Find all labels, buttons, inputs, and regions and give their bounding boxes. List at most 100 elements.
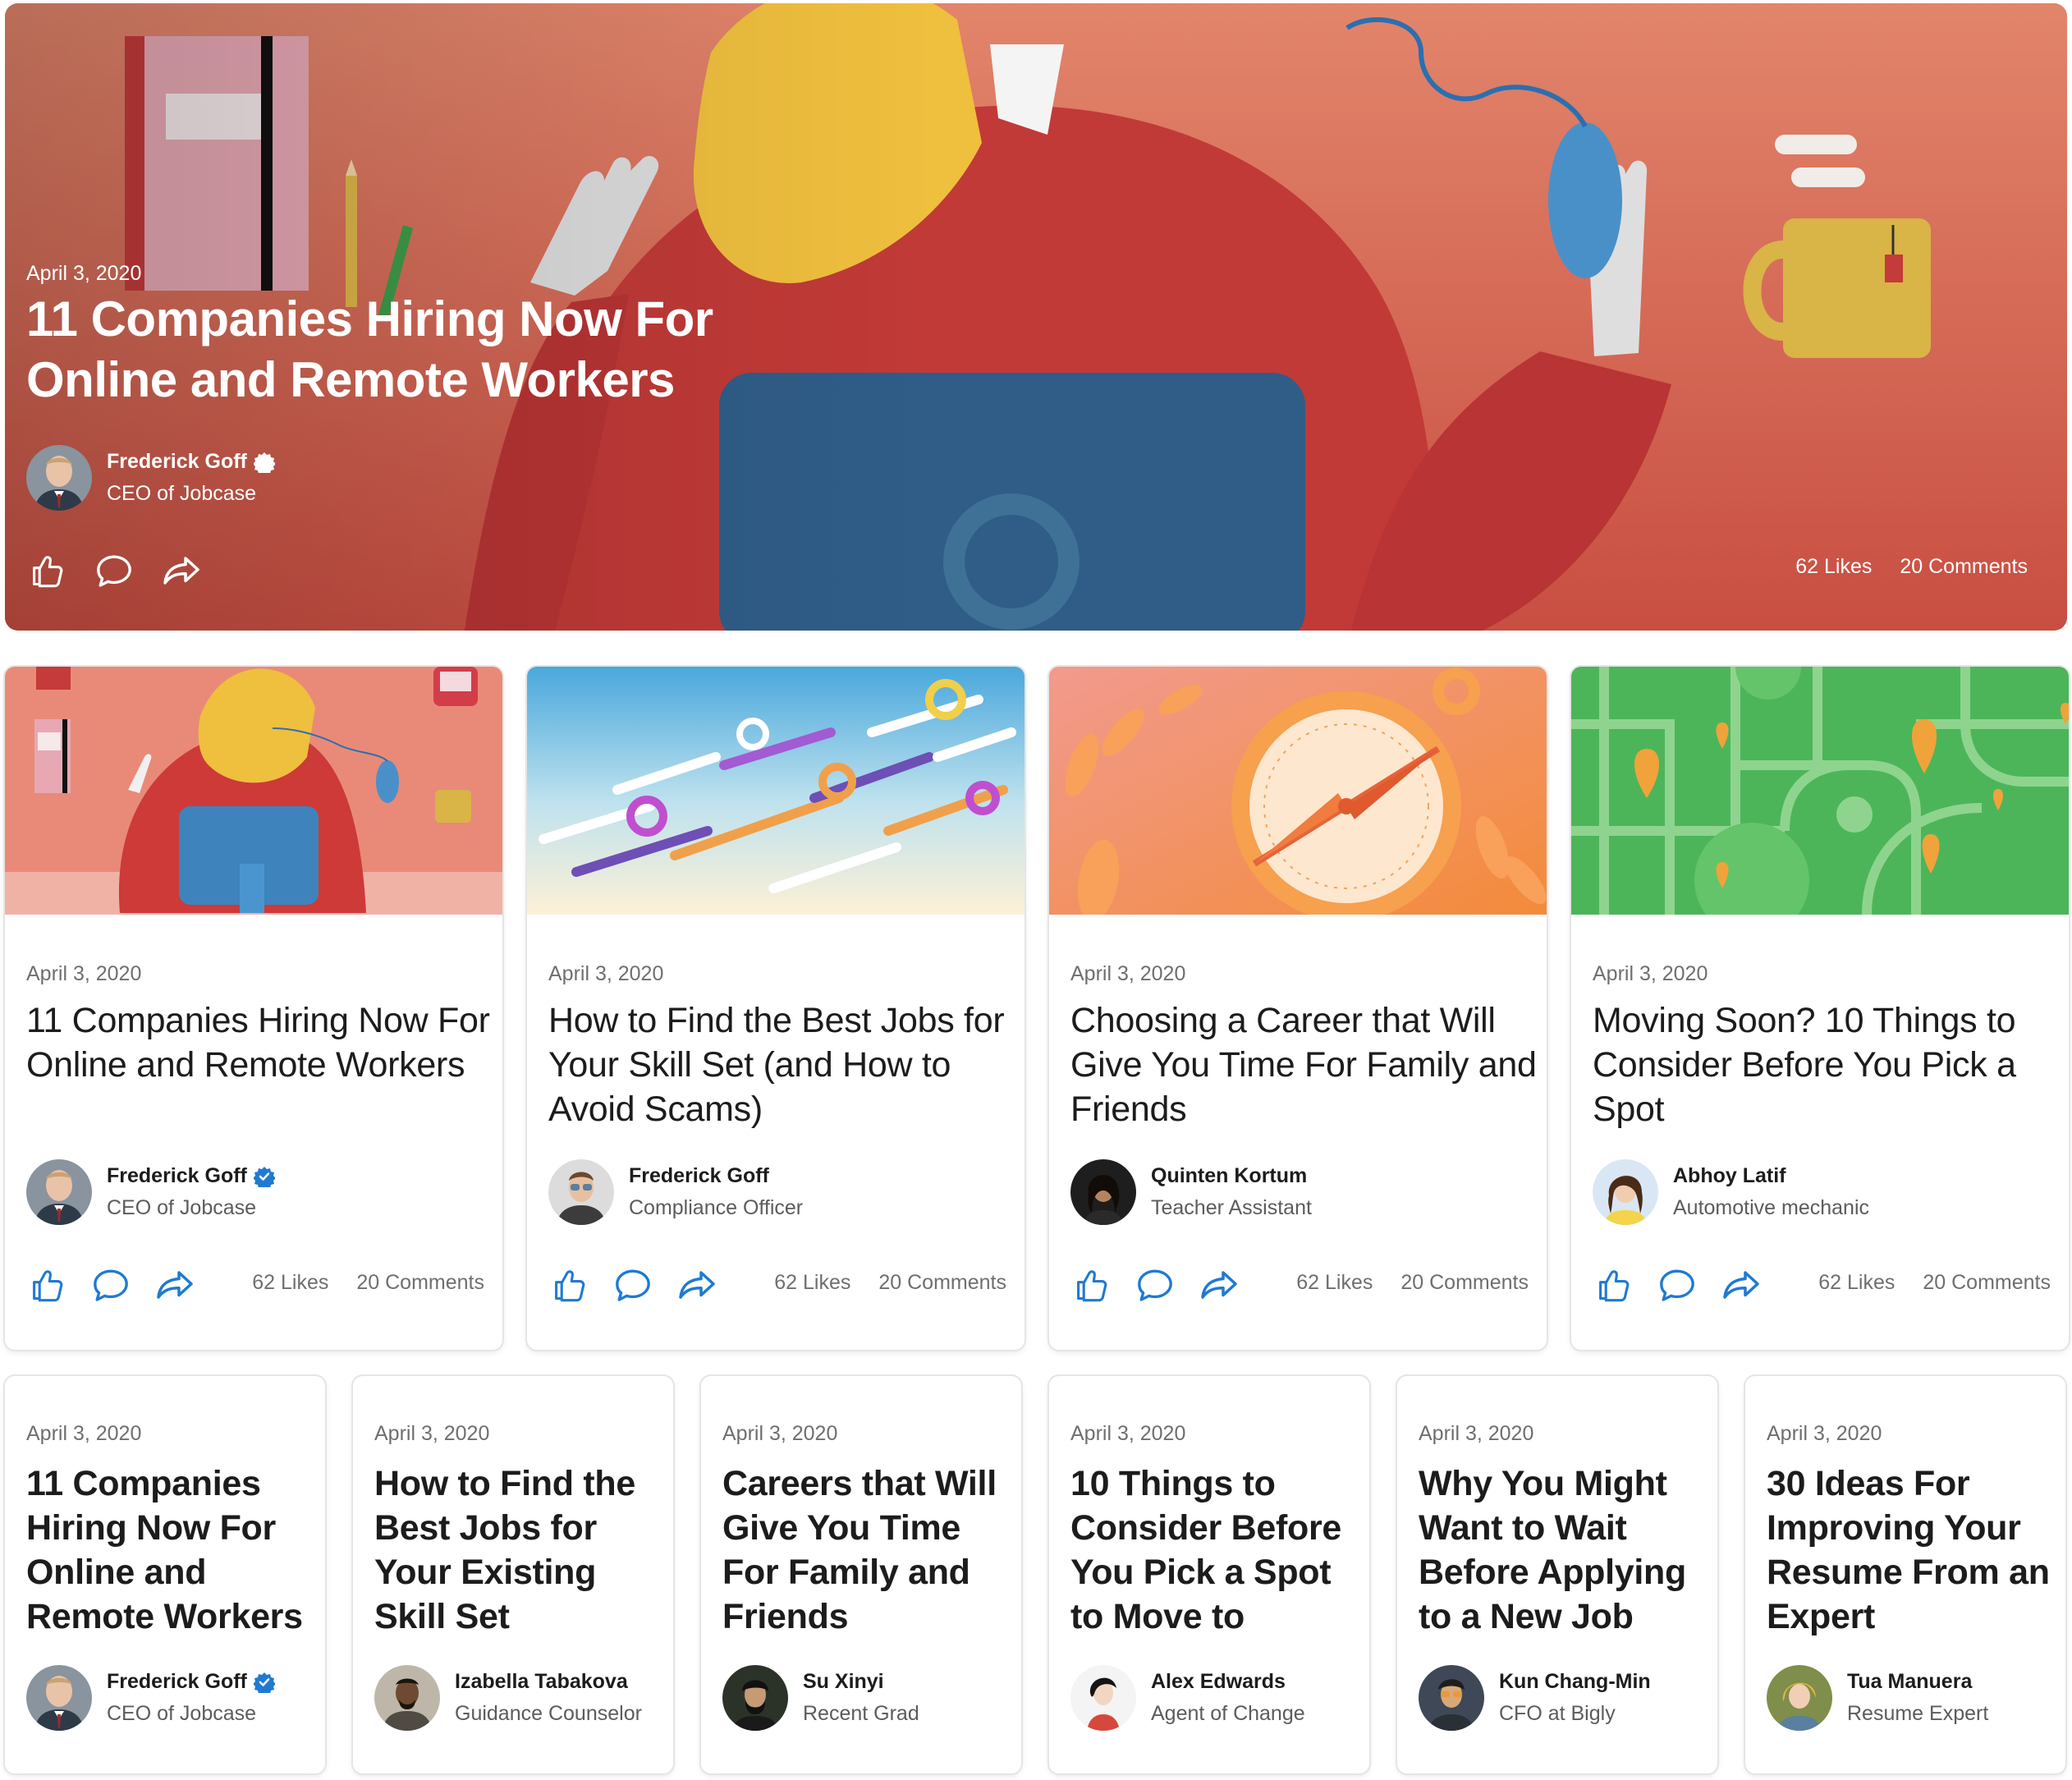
avatar[interactable] — [722, 1665, 788, 1731]
article-author[interactable]: Quinten Kortum Teacher Assistant — [1070, 1159, 1312, 1225]
article-stats: 62 Likes 20 Comments — [774, 1271, 1006, 1295]
article-title[interactable]: Choosing a Career that Will Give You Tim… — [1070, 998, 1538, 1131]
author-role: Compliance Officer — [629, 1196, 804, 1219]
like-button[interactable] — [1593, 1264, 1634, 1305]
avatar[interactable] — [548, 1159, 614, 1225]
share-button[interactable] — [154, 1264, 195, 1305]
article-title[interactable]: 30 Ideas For Improving Your Resume From … — [1767, 1461, 2054, 1639]
author-name[interactable]: Abhoy Latif — [1673, 1164, 1869, 1188]
comment-button[interactable] — [94, 550, 135, 591]
article-title[interactable]: Why You Might Want to Wait Before Applyi… — [1419, 1461, 1706, 1639]
author-role: Guidance Counselor — [455, 1702, 642, 1725]
article-author[interactable]: Abhoy Latif Automotive mechanic — [1593, 1159, 1869, 1225]
likes-count[interactable]: 62 Likes — [1818, 1271, 1895, 1295]
comment-button[interactable] — [1135, 1264, 1176, 1305]
article-author[interactable]: Alex Edwards Agent of Change — [1070, 1665, 1305, 1731]
avatar[interactable] — [1070, 1159, 1136, 1225]
article-thumbnail[interactable] — [1571, 667, 2069, 915]
comments-count[interactable]: 20 Comments — [1400, 1271, 1529, 1295]
article-card-compact[interactable]: April 3, 2020 Careers that Will Give You… — [701, 1376, 1021, 1773]
author-role: CEO of Jobcase — [107, 1196, 257, 1219]
article-title[interactable]: Careers that Will Give You Time For Fami… — [722, 1461, 1010, 1639]
like-button[interactable] — [1070, 1264, 1112, 1305]
likes-count[interactable]: 62 Likes — [774, 1271, 850, 1295]
comment-button[interactable] — [612, 1264, 653, 1305]
author-name[interactable]: Frederick Goff — [107, 1164, 247, 1188]
author-name[interactable]: Kun Chang-Min — [1499, 1670, 1651, 1694]
author-name[interactable]: Frederick Goff — [629, 1164, 803, 1188]
avatar[interactable] — [26, 445, 92, 511]
verified-check-icon — [254, 452, 275, 473]
article-card[interactable]: April 3, 2020 Moving Soon? 10 Things to … — [1571, 667, 2069, 1350]
article-title[interactable]: 10 Things to Consider Before You Pick a … — [1070, 1461, 1358, 1639]
author-role: CFO at Bigly — [1499, 1702, 1616, 1725]
likes-count[interactable]: 62 Likes — [1296, 1271, 1373, 1295]
avatar[interactable] — [1419, 1665, 1484, 1731]
article-thumbnail[interactable] — [527, 667, 1025, 915]
article-title[interactable]: 11 Companies Hiring Now For Online and R… — [26, 1461, 314, 1639]
article-card[interactable]: April 3, 2020 11 Companies Hiring Now Fo… — [5, 667, 502, 1350]
avatar[interactable] — [1767, 1665, 1832, 1731]
like-button[interactable] — [26, 550, 67, 591]
comments-count[interactable]: 20 Comments — [878, 1271, 1006, 1295]
comments-count[interactable]: 20 Comments — [1923, 1271, 2051, 1295]
hero-author[interactable]: Frederick Goff CEO of Jobcase — [26, 445, 275, 511]
article-card-compact[interactable]: April 3, 2020 11 Companies Hiring Now Fo… — [5, 1376, 325, 1773]
article-title[interactable]: How to Find the Best Jobs for Your Skill… — [548, 998, 1016, 1131]
speech-bubble-icon — [613, 1265, 653, 1305]
comment-button[interactable] — [1657, 1264, 1698, 1305]
share-button[interactable] — [1199, 1264, 1240, 1305]
article-thumbnail[interactable] — [1049, 667, 1547, 915]
article-title[interactable]: 11 Companies Hiring Now For Online and R… — [26, 998, 494, 1087]
like-button[interactable] — [548, 1264, 589, 1305]
article-author[interactable]: Kun Chang-Min CFO at Bigly — [1419, 1665, 1651, 1731]
share-button[interactable] — [1721, 1264, 1762, 1305]
author-name[interactable]: Alex Edwards — [1151, 1670, 1305, 1694]
author-name[interactable]: Quinten Kortum — [1151, 1164, 1312, 1188]
like-button[interactable] — [26, 1264, 67, 1305]
article-author[interactable]: Su Xinyi Recent Grad — [722, 1665, 919, 1731]
article-action-bar — [1593, 1264, 1762, 1305]
article-thumbnail[interactable] — [5, 667, 502, 915]
author-name[interactable]: Frederick Goff — [107, 1670, 247, 1694]
share-button[interactable] — [676, 1264, 717, 1305]
article-card-compact[interactable]: April 3, 2020 How to Find the Best Jobs … — [353, 1376, 673, 1773]
author-name[interactable]: Su Xinyi — [803, 1670, 919, 1694]
article-title[interactable]: Moving Soon? 10 Things to Consider Befor… — [1593, 998, 2061, 1131]
avatar[interactable] — [26, 1665, 92, 1731]
article-card-compact[interactable]: April 3, 2020 30 Ideas For Improving You… — [1745, 1376, 2065, 1773]
article-title[interactable]: How to Find the Best Jobs for Your Exist… — [374, 1461, 662, 1639]
share-button[interactable] — [161, 550, 202, 591]
article-card-compact[interactable]: April 3, 2020 Why You Might Want to Wait… — [1397, 1376, 1717, 1773]
likes-count[interactable]: 62 Likes — [252, 1271, 328, 1295]
share-arrow-icon — [676, 1264, 717, 1305]
author-name[interactable]: Tua Manuera — [1847, 1670, 1988, 1694]
speech-bubble-icon — [1657, 1265, 1697, 1305]
comment-button[interactable] — [90, 1264, 131, 1305]
article-card[interactable]: April 3, 2020 How to Find the Best Jobs … — [527, 667, 1025, 1350]
article-author[interactable]: Frederick Goff CEO of Jobcase — [26, 1665, 275, 1731]
article-card[interactable]: April 3, 2020 Choosing a Career that Wil… — [1049, 667, 1547, 1350]
article-date: April 3, 2020 — [722, 1422, 838, 1445]
hero-article[interactable]: April 3, 2020 11 Companies Hiring Now Fo… — [5, 3, 2067, 631]
likes-count[interactable]: 62 Likes — [1795, 555, 1872, 579]
article-card-compact[interactable]: April 3, 2020 10 Things to Consider Befo… — [1049, 1376, 1369, 1773]
author-name[interactable]: Izabella Tabakova — [455, 1670, 642, 1694]
author-name[interactable]: Frederick Goff — [107, 450, 247, 474]
speech-bubble-icon — [1135, 1265, 1175, 1305]
comments-count[interactable]: 20 Comments — [356, 1271, 484, 1295]
avatar[interactable] — [374, 1665, 440, 1731]
avatar[interactable] — [26, 1159, 92, 1225]
comments-count[interactable]: 20 Comments — [1900, 555, 2028, 579]
article-date: April 3, 2020 — [1593, 962, 1708, 985]
article-author[interactable]: Tua Manuera Resume Expert — [1767, 1665, 1988, 1731]
article-author[interactable]: Frederick Goff Compliance Officer — [548, 1159, 803, 1225]
article-author[interactable]: Izabella Tabakova Guidance Counselor — [374, 1665, 642, 1731]
article-author[interactable]: Frederick Goff CEO of Jobcase — [26, 1159, 275, 1225]
author-name-row: Frederick Goff — [107, 450, 275, 474]
avatar[interactable] — [1593, 1159, 1658, 1225]
hero-title[interactable]: 11 Companies Hiring Now For Online and R… — [26, 289, 765, 411]
article-action-bar — [548, 1264, 717, 1305]
author-role: Teacher Assistant — [1151, 1196, 1312, 1219]
avatar[interactable] — [1070, 1665, 1136, 1731]
